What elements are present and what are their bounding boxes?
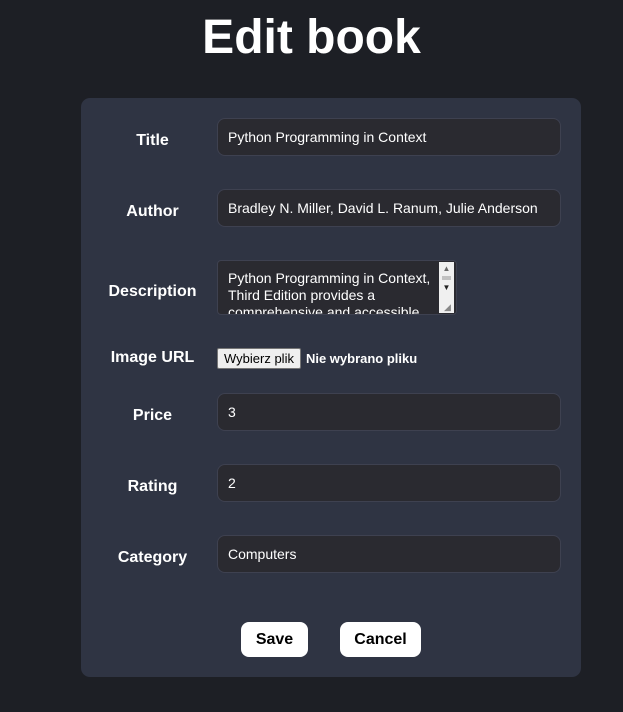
scroll-thumb[interactable]: [442, 276, 451, 280]
image-url-label: Image URL: [110, 349, 195, 366]
author-label: Author: [126, 203, 179, 220]
price-label: Price: [132, 407, 173, 424]
scroll-up-arrow-icon[interactable]: ▲: [439, 262, 454, 275]
page-title: Edit book: [202, 11, 421, 64]
description-textarea[interactable]: Python Programming in Context, Third Edi…: [217, 260, 457, 315]
edit-book-form: Title Python Programming in Context Auth…: [81, 98, 581, 677]
title-label: Title: [136, 132, 169, 149]
rating-label: Rating: [127, 478, 178, 495]
resize-grip-icon[interactable]: ◢: [444, 303, 453, 312]
file-status-text: Nie wybrano pliku: [305, 350, 418, 366]
cancel-button[interactable]: Cancel: [340, 622, 421, 657]
author-input[interactable]: Bradley N. Miller, David L. Ranum, Julie…: [217, 189, 561, 227]
category-label: Category: [117, 549, 188, 566]
scroll-down-arrow-icon[interactable]: ▼: [439, 281, 454, 294]
choose-file-button[interactable]: Wybierz plik: [217, 347, 301, 369]
description-text: Python Programming in Context, Third Edi…: [228, 270, 431, 315]
rating-input[interactable]: 2: [217, 464, 561, 502]
description-label: Description: [108, 283, 197, 300]
title-input[interactable]: Python Programming in Context: [217, 118, 561, 156]
category-input[interactable]: Computers: [217, 535, 561, 573]
save-button[interactable]: Save: [241, 622, 308, 657]
price-input[interactable]: 3: [217, 393, 561, 431]
image-url-file-input: Wybierz plik Nie wybrano pliku: [217, 347, 417, 369]
